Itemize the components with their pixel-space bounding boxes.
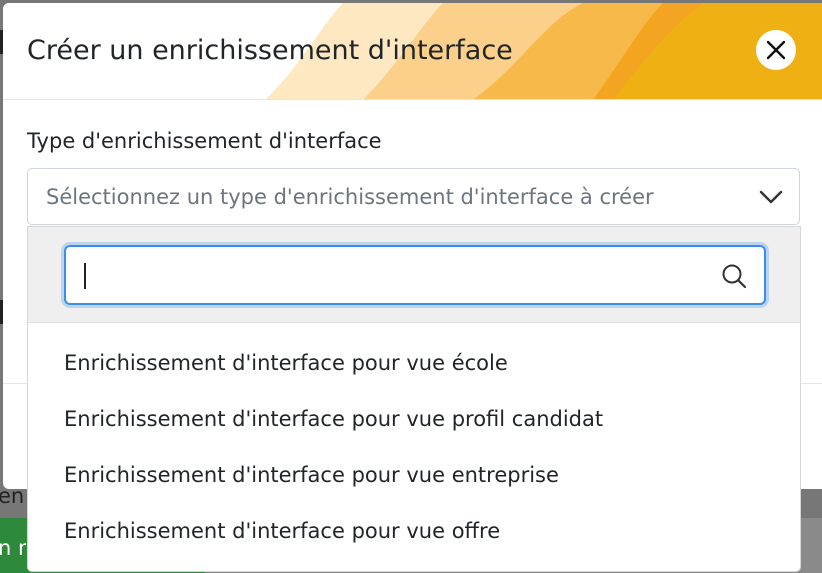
option-vue-profil-candidat[interactable]: Enrichissement d'interface pour vue prof…: [64, 407, 603, 431]
dropdown-search-input[interactable]: [64, 245, 766, 305]
select-placeholder: Sélectionnez un type d'enrichissement d'…: [46, 185, 654, 209]
option-vue-ecole[interactable]: Enrichissement d'interface pour vue écol…: [64, 351, 508, 375]
select-dropdown-menu: Enrichissement d'interface pour vue écol…: [27, 226, 801, 572]
option-vue-offre[interactable]: Enrichissement d'interface pour vue offr…: [64, 519, 500, 543]
enrichment-type-select[interactable]: Sélectionnez un type d'enrichissement d'…: [27, 168, 800, 225]
text-cursor: [84, 263, 86, 289]
dropdown-search-area: [28, 227, 800, 323]
search-icon: [722, 264, 747, 289]
close-icon: [766, 40, 786, 60]
field-label: Type d'enrichissement d'interface: [27, 129, 382, 153]
modal-title: Créer un enrichissement d'interface: [27, 35, 513, 66]
modal-header: Créer un enrichissement d'interface: [3, 3, 822, 100]
close-button[interactable]: [756, 30, 796, 70]
background-partial-button-text: n m: [0, 536, 26, 560]
option-vue-entreprise[interactable]: Enrichissement d'interface pour vue entr…: [64, 463, 559, 487]
chevron-down-icon: [759, 190, 783, 204]
